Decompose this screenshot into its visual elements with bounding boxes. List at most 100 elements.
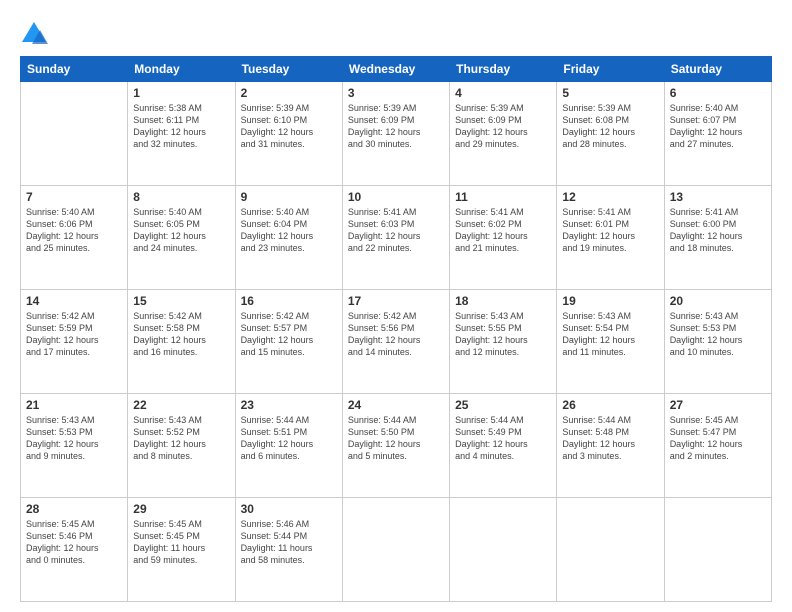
table-row: 29 Sunrise: 5:45 AM Sunset: 5:45 PM Dayli… <box>128 498 235 602</box>
day-info: Sunrise: 5:45 AM Sunset: 5:46 PM Dayligh… <box>26 518 122 567</box>
day-info: Sunrise: 5:40 AM Sunset: 6:04 PM Dayligh… <box>241 206 337 255</box>
table-row: 11 Sunrise: 5:41 AM Sunset: 6:02 PM Dayli… <box>450 186 557 290</box>
day-number: 24 <box>348 398 444 412</box>
table-row: 3 Sunrise: 5:39 AM Sunset: 6:09 PM Daylig… <box>342 82 449 186</box>
day-info: Sunrise: 5:41 AM Sunset: 6:01 PM Dayligh… <box>562 206 658 255</box>
table-row: 4 Sunrise: 5:39 AM Sunset: 6:09 PM Daylig… <box>450 82 557 186</box>
table-row: 6 Sunrise: 5:40 AM Sunset: 6:07 PM Daylig… <box>664 82 771 186</box>
day-info: Sunrise: 5:43 AM Sunset: 5:53 PM Dayligh… <box>26 414 122 463</box>
day-number: 8 <box>133 190 229 204</box>
page: Sunday Monday Tuesday Wednesday Thursday… <box>0 0 792 612</box>
table-row: 18Sunrise: 5:43 AM Sunset: 5:55 PM Dayli… <box>450 290 557 394</box>
day-info: Sunrise: 5:39 AM Sunset: 6:08 PM Dayligh… <box>562 102 658 151</box>
day-number: 9 <box>241 190 337 204</box>
col-thursday: Thursday <box>450 57 557 82</box>
day-info: Sunrise: 5:44 AM Sunset: 5:50 PM Dayligh… <box>348 414 444 463</box>
table-row: 16 Sunrise: 5:42 AM Sunset: 5:57 PM Dayli… <box>235 290 342 394</box>
day-number: 22 <box>133 398 229 412</box>
day-info: Sunrise: 5:40 AM Sunset: 6:05 PM Dayligh… <box>133 206 229 255</box>
table-row: 14 Sunrise: 5:42 AM Sunset: 5:59 PM Dayli… <box>21 290 128 394</box>
table-row: 2 Sunrise: 5:39 AM Sunset: 6:10 PM Daylig… <box>235 82 342 186</box>
day-number: 2 <box>241 86 337 100</box>
table-row: 25 Sunrise: 5:44 AM Sunset: 5:49 PM Dayli… <box>450 394 557 498</box>
header-row: Sunday Monday Tuesday Wednesday Thursday… <box>21 57 772 82</box>
day-number: 17 <box>348 294 444 308</box>
day-number: 29 <box>133 502 229 516</box>
week-row-1: 1 Sunrise: 5:38 AM Sunset: 6:11 PM Daylig… <box>21 82 772 186</box>
day-info: Sunrise: 5:43 AM Sunset: 5:55 PM Dayligh… <box>455 310 551 359</box>
table-row: 27 Sunrise: 5:45 AM Sunset: 5:47 PM Dayli… <box>664 394 771 498</box>
day-info: Sunrise: 5:39 AM Sunset: 6:09 PM Dayligh… <box>348 102 444 151</box>
table-row <box>450 498 557 602</box>
day-info: Sunrise: 5:44 AM Sunset: 5:49 PM Dayligh… <box>455 414 551 463</box>
day-number: 27 <box>670 398 766 412</box>
table-row: 12Sunrise: 5:41 AM Sunset: 6:01 PM Dayli… <box>557 186 664 290</box>
table-row: 10 Sunrise: 5:41 AM Sunset: 6:03 PM Dayli… <box>342 186 449 290</box>
day-info: Sunrise: 5:42 AM Sunset: 5:58 PM Dayligh… <box>133 310 229 359</box>
day-info: Sunrise: 5:38 AM Sunset: 6:11 PM Dayligh… <box>133 102 229 151</box>
table-row: 17 Sunrise: 5:42 AM Sunset: 5:56 PM Dayli… <box>342 290 449 394</box>
logo <box>20 20 52 48</box>
day-number: 28 <box>26 502 122 516</box>
col-monday: Monday <box>128 57 235 82</box>
table-row: 15 Sunrise: 5:42 AM Sunset: 5:58 PM Dayli… <box>128 290 235 394</box>
day-info: Sunrise: 5:40 AM Sunset: 6:06 PM Dayligh… <box>26 206 122 255</box>
table-row: 21 Sunrise: 5:43 AM Sunset: 5:53 PM Dayli… <box>21 394 128 498</box>
day-number: 14 <box>26 294 122 308</box>
table-row <box>342 498 449 602</box>
day-number: 4 <box>455 86 551 100</box>
table-row: 1 Sunrise: 5:38 AM Sunset: 6:11 PM Daylig… <box>128 82 235 186</box>
col-friday: Friday <box>557 57 664 82</box>
day-info: Sunrise: 5:45 AM Sunset: 5:45 PM Dayligh… <box>133 518 229 567</box>
table-row: 19 Sunrise: 5:43 AM Sunset: 5:54 PM Dayli… <box>557 290 664 394</box>
day-info: Sunrise: 5:44 AM Sunset: 5:51 PM Dayligh… <box>241 414 337 463</box>
day-number: 15 <box>133 294 229 308</box>
col-sunday: Sunday <box>21 57 128 82</box>
day-info: Sunrise: 5:41 AM Sunset: 6:00 PM Dayligh… <box>670 206 766 255</box>
day-number: 6 <box>670 86 766 100</box>
table-row: 30Sunrise: 5:46 AM Sunset: 5:44 PM Dayli… <box>235 498 342 602</box>
day-number: 1 <box>133 86 229 100</box>
table-row <box>557 498 664 602</box>
day-info: Sunrise: 5:42 AM Sunset: 5:57 PM Dayligh… <box>241 310 337 359</box>
day-info: Sunrise: 5:46 AM Sunset: 5:44 PM Dayligh… <box>241 518 337 567</box>
day-number: 10 <box>348 190 444 204</box>
table-row: 22Sunrise: 5:43 AM Sunset: 5:52 PM Dayli… <box>128 394 235 498</box>
day-info: Sunrise: 5:44 AM Sunset: 5:48 PM Dayligh… <box>562 414 658 463</box>
col-saturday: Saturday <box>664 57 771 82</box>
col-tuesday: Tuesday <box>235 57 342 82</box>
week-row-2: 7 Sunrise: 5:40 AM Sunset: 6:06 PM Daylig… <box>21 186 772 290</box>
table-row: 7 Sunrise: 5:40 AM Sunset: 6:06 PM Daylig… <box>21 186 128 290</box>
week-row-4: 21 Sunrise: 5:43 AM Sunset: 5:53 PM Dayli… <box>21 394 772 498</box>
day-info: Sunrise: 5:39 AM Sunset: 6:10 PM Dayligh… <box>241 102 337 151</box>
day-number: 5 <box>562 86 658 100</box>
day-info: Sunrise: 5:41 AM Sunset: 6:02 PM Dayligh… <box>455 206 551 255</box>
day-number: 7 <box>26 190 122 204</box>
day-number: 11 <box>455 190 551 204</box>
day-number: 16 <box>241 294 337 308</box>
table-row: 26 Sunrise: 5:44 AM Sunset: 5:48 PM Dayli… <box>557 394 664 498</box>
day-info: Sunrise: 5:40 AM Sunset: 6:07 PM Dayligh… <box>670 102 766 151</box>
header <box>20 16 772 48</box>
logo-icon <box>20 20 48 48</box>
week-row-5: 28 Sunrise: 5:45 AM Sunset: 5:46 PM Dayli… <box>21 498 772 602</box>
day-info: Sunrise: 5:41 AM Sunset: 6:03 PM Dayligh… <box>348 206 444 255</box>
week-row-3: 14 Sunrise: 5:42 AM Sunset: 5:59 PM Dayli… <box>21 290 772 394</box>
day-number: 26 <box>562 398 658 412</box>
col-wednesday: Wednesday <box>342 57 449 82</box>
day-number: 21 <box>26 398 122 412</box>
day-number: 13 <box>670 190 766 204</box>
day-info: Sunrise: 5:42 AM Sunset: 5:56 PM Dayligh… <box>348 310 444 359</box>
table-row: 24 Sunrise: 5:44 AM Sunset: 5:50 PM Dayli… <box>342 394 449 498</box>
day-info: Sunrise: 5:43 AM Sunset: 5:54 PM Dayligh… <box>562 310 658 359</box>
day-number: 25 <box>455 398 551 412</box>
day-info: Sunrise: 5:39 AM Sunset: 6:09 PM Dayligh… <box>455 102 551 151</box>
day-number: 19 <box>562 294 658 308</box>
table-row: 28 Sunrise: 5:45 AM Sunset: 5:46 PM Dayli… <box>21 498 128 602</box>
table-row: 20Sunrise: 5:43 AM Sunset: 5:53 PM Dayli… <box>664 290 771 394</box>
day-info: Sunrise: 5:45 AM Sunset: 5:47 PM Dayligh… <box>670 414 766 463</box>
table-row <box>21 82 128 186</box>
day-number: 3 <box>348 86 444 100</box>
table-row: 13 Sunrise: 5:41 AM Sunset: 6:00 PM Dayli… <box>664 186 771 290</box>
day-info: Sunrise: 5:42 AM Sunset: 5:59 PM Dayligh… <box>26 310 122 359</box>
